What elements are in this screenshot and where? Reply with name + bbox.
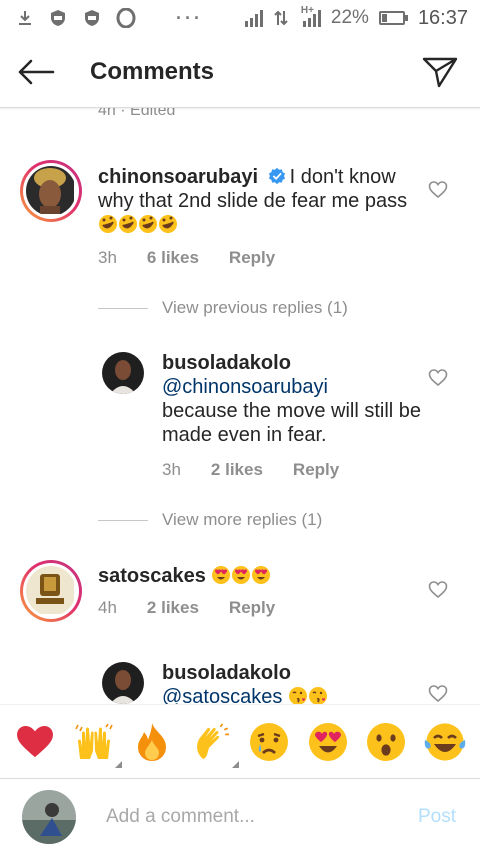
avatar[interactable] xyxy=(20,560,82,622)
avatar[interactable] xyxy=(20,160,82,222)
signal-icon xyxy=(244,9,263,27)
emoji-raising-hands-button[interactable] xyxy=(72,720,122,768)
likes-count[interactable]: 6 likes xyxy=(147,248,199,268)
comments-list[interactable]: 4h · Edited chinonsoarubayi I don't know… xyxy=(0,108,480,704)
arrow-left-icon xyxy=(18,59,55,84)
rofl-emoji-icon xyxy=(99,215,117,233)
emoji-heart-eyes-group xyxy=(211,565,271,587)
variant-indicator-icon xyxy=(231,760,239,768)
reply-text: busoladakolo @chinonsoarubayi because th… xyxy=(162,351,422,447)
likes-count[interactable]: 2 likes xyxy=(147,598,199,618)
shield-icon xyxy=(82,8,102,28)
comment-composer: Post xyxy=(0,778,480,854)
view-previous-replies-label: View previous replies (1) xyxy=(162,298,348,317)
divider xyxy=(98,519,148,521)
raising-hands-icon xyxy=(75,723,113,759)
current-user-avatar xyxy=(22,789,76,844)
heart-outline-icon[interactable] xyxy=(428,684,448,704)
emoji-fire-button[interactable] xyxy=(130,720,174,764)
comment-time: 3h xyxy=(98,248,117,267)
reply-mention[interactable]: @satoscakes xyxy=(162,686,282,704)
emoji-heart-eyes-button[interactable] xyxy=(306,720,350,764)
reply-time: 3h xyxy=(162,460,181,479)
rofl-emoji-icon xyxy=(159,215,177,233)
reply-body: because the move will still be made even… xyxy=(162,400,422,446)
reply-username[interactable]: busoladakolo xyxy=(162,351,422,375)
emoji-crying-face-button[interactable] xyxy=(247,720,291,764)
reply-mention[interactable]: @chinonsoarubayi xyxy=(162,375,422,399)
rofl-emoji-icon xyxy=(139,215,157,233)
emoji-tears-of-joy-button[interactable] xyxy=(423,720,467,764)
shield-icon xyxy=(48,8,68,28)
heart-outline-icon[interactable] xyxy=(428,180,448,200)
status-bar: ··· H+ 22% 16:37 xyxy=(0,0,480,36)
reply-username[interactable]: busoladakolo xyxy=(162,661,422,685)
heart-eyes-emoji-icon xyxy=(212,566,231,584)
reply-button[interactable]: Reply xyxy=(229,248,275,268)
avatar[interactable] xyxy=(102,662,144,704)
kissing-heart-emoji-icon xyxy=(288,687,307,704)
back-button[interactable] xyxy=(0,36,72,108)
heart-outline-icon[interactable] xyxy=(428,580,448,600)
comment-meta: 4h · Edited xyxy=(98,108,176,119)
opera-icon xyxy=(116,8,136,28)
divider xyxy=(98,307,148,309)
red-heart-icon xyxy=(17,725,54,757)
tears-of-joy-icon xyxy=(424,722,466,761)
emoji-clapping-hands-button[interactable] xyxy=(189,720,239,768)
emoji-quick-bar xyxy=(0,704,480,778)
reply-button[interactable]: Reply xyxy=(229,598,275,618)
header-bar: Comments xyxy=(0,36,480,108)
page-title: Comments xyxy=(90,57,215,85)
reply-text: busoladakolo @satoscakes xyxy=(162,661,422,704)
more-notifications-icon: ··· xyxy=(176,7,203,28)
clapping-hands-icon xyxy=(196,722,229,759)
clock: 16:37 xyxy=(417,6,468,29)
view-more-replies-button[interactable]: View more replies (1) xyxy=(98,510,322,530)
reply-button[interactable]: Reply xyxy=(293,460,339,480)
emoji-rofl-group xyxy=(98,214,178,236)
signal-icon: H+ xyxy=(301,5,321,27)
heart-eyes-emoji-icon xyxy=(252,566,271,584)
view-previous-replies-button[interactable]: View previous replies (1) xyxy=(98,298,348,318)
fire-icon xyxy=(138,722,167,761)
rofl-emoji-icon xyxy=(119,215,137,233)
share-button[interactable] xyxy=(410,36,470,108)
battery-icon xyxy=(378,11,408,25)
comment-time: 4h xyxy=(98,598,117,617)
likes-count[interactable]: 2 likes xyxy=(211,460,263,480)
comment-username[interactable]: chinonsoarubayi xyxy=(98,166,258,188)
comment-username[interactable]: satoscakes xyxy=(98,565,206,587)
post-button[interactable]: Post xyxy=(418,806,456,828)
verified-badge-icon xyxy=(268,167,285,185)
download-icon xyxy=(16,9,34,27)
heart-eyes-emoji-icon xyxy=(232,566,251,584)
kissing-heart-emoji-icon xyxy=(308,687,327,704)
avatar[interactable] xyxy=(102,352,144,394)
comment-text: satoscakes xyxy=(98,564,418,588)
surprised-face-icon xyxy=(367,722,406,761)
emoji-red-heart-button[interactable] xyxy=(13,720,57,764)
crying-face-icon xyxy=(250,722,289,761)
data-transfer-icon xyxy=(273,9,289,27)
variant-indicator-icon xyxy=(114,760,122,768)
comment-input[interactable] xyxy=(106,805,386,828)
comment-meta: 4h 2 likes Reply xyxy=(98,598,275,618)
view-more-replies-label: View more replies (1) xyxy=(162,510,323,529)
comment-text: chinonsoarubayi I don't know why that 2n… xyxy=(98,165,418,237)
comment-meta: 3h 6 likes Reply xyxy=(98,248,275,268)
battery-percent: 22% xyxy=(330,7,369,28)
heart-outline-icon[interactable] xyxy=(428,368,448,388)
emoji-surprised-face-button[interactable] xyxy=(364,720,408,764)
emoji-kiss-group xyxy=(288,686,328,704)
network-type: H+ xyxy=(300,5,314,16)
reply-meta: 3h 2 likes Reply xyxy=(162,460,339,480)
heart-eyes-icon xyxy=(308,722,347,761)
paper-plane-icon xyxy=(422,57,458,87)
